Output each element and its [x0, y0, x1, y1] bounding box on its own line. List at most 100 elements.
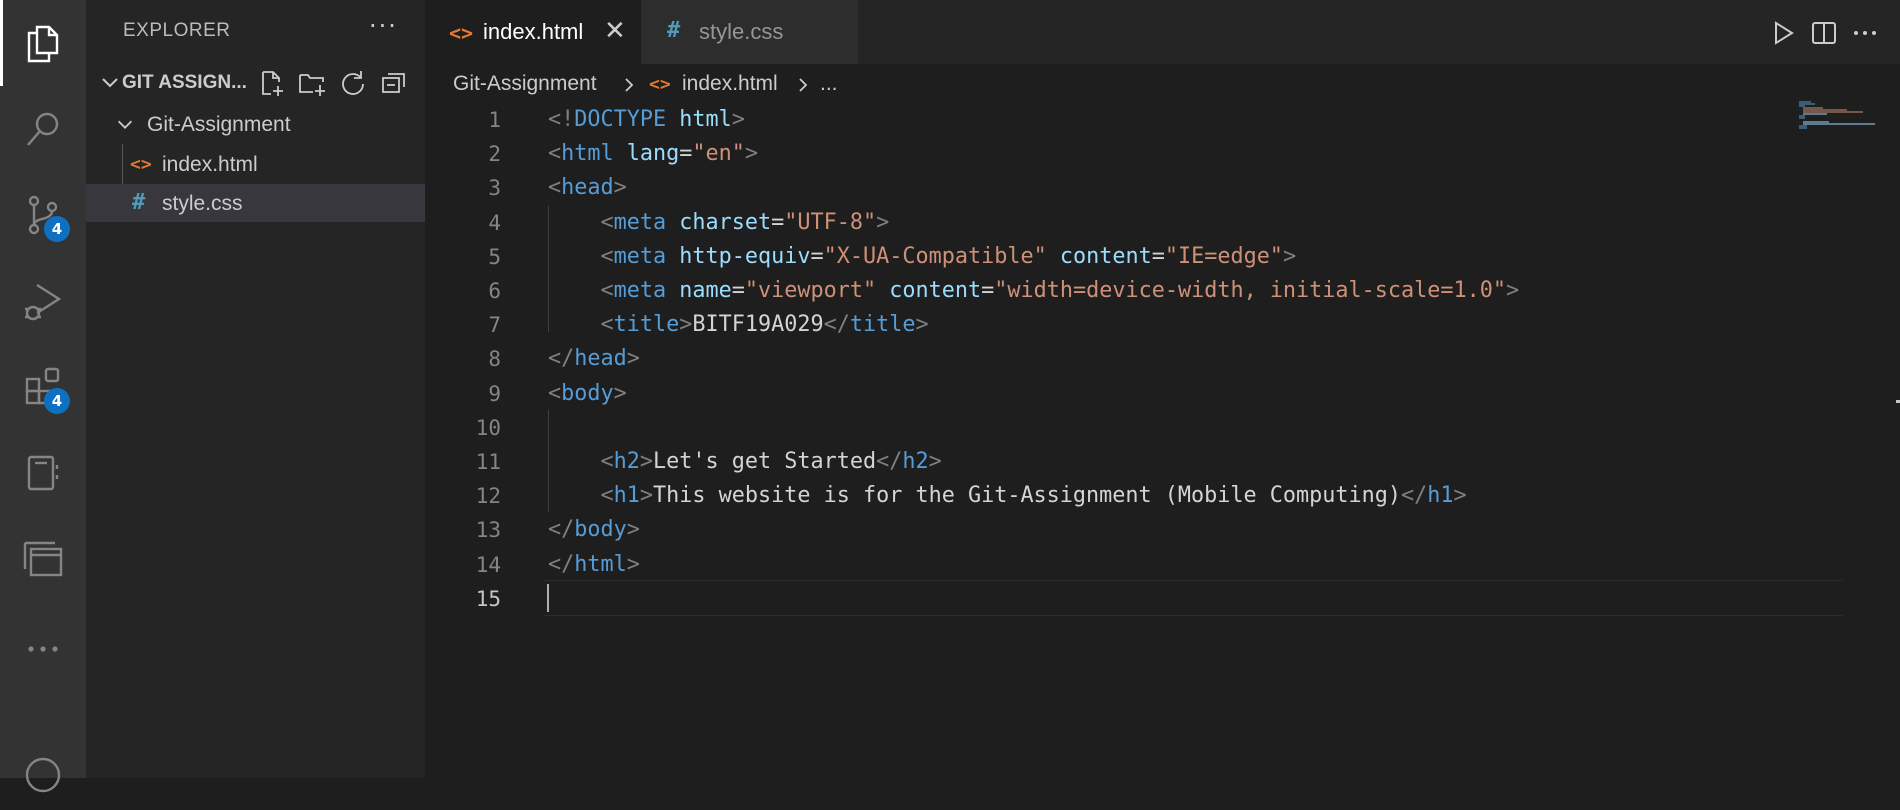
code-token: < [600, 278, 614, 303]
line-number: 9 [488, 381, 501, 406]
tree-label: index.html [162, 153, 258, 176]
code-line[interactable]: 6 <meta name="viewport" content="width=d… [425, 275, 1900, 309]
code-line[interactable]: 2 <html lang="en"> [425, 138, 1900, 172]
code-token: < [548, 380, 562, 406]
code-line[interactable]: 8 </head> [425, 343, 1900, 377]
code-text: <meta name="viewport" content="width=dev… [548, 278, 1520, 303]
workspace-label: GIT ASSIGN... [122, 72, 247, 93]
code-token: head [561, 175, 614, 201]
code-line[interactable]: 4 <meta charset="UTF-8"> [425, 207, 1900, 241]
run-debug-icon[interactable] [0, 266, 86, 336]
explorer-sidebar: EXPLORER ··· GIT ASSIGN... Git-Assignmen… [86, 0, 425, 778]
tree-folder-git-assignment[interactable]: Git-Assignment [86, 105, 425, 143]
line-number: 12 [475, 484, 501, 509]
code-line[interactable]: 5 <meta http-equiv="X-UA-Compatible" con… [425, 241, 1900, 275]
code-token: < [548, 141, 562, 167]
tab-label: index.html [483, 19, 584, 44]
code-token: > [1282, 243, 1297, 269]
line-number-gutter: 3 [425, 172, 501, 206]
code-token: < [600, 209, 614, 235]
tab-index-html[interactable]: <> index.html ✕ [425, 0, 641, 64]
line-number: 2 [488, 142, 501, 167]
sidebar-more-icon[interactable]: ··· [369, 12, 398, 40]
code-token: head [574, 346, 627, 372]
line-number-gutter: 8 [425, 343, 501, 377]
code-token: </ [823, 312, 850, 338]
code-line[interactable]: 14 </html> [425, 549, 1900, 583]
code-token: http-equiv [679, 243, 811, 269]
code-line[interactable]: 7 <title>BITF19A029</title> [425, 309, 1900, 343]
source-control-icon[interactable]: 4 [0, 180, 86, 250]
line-number-gutter: 7 [425, 309, 501, 343]
code-token: > [626, 346, 640, 372]
code-text: </body> [548, 517, 640, 542]
code-token: = [981, 278, 995, 303]
more-icon[interactable] [0, 614, 86, 684]
line-number-gutter: 11 [425, 446, 501, 480]
line-number: 8 [488, 347, 501, 372]
scrollbar-position-marker[interactable] [1896, 400, 1900, 403]
close-icon[interactable]: ✕ [604, 16, 626, 46]
code-line[interactable]: 13 </body> [425, 514, 1900, 548]
line-number-gutter: 6 [425, 275, 501, 309]
code-token: = [1151, 243, 1165, 269]
code-line[interactable]: 11 <h2>Let's get Started</h2> [425, 446, 1900, 480]
tree-file-index-html[interactable]: <> index.html [86, 145, 425, 183]
breadcrumb-more[interactable]: ... [820, 72, 838, 96]
code-token: < [548, 175, 562, 201]
code-token: < [600, 483, 614, 509]
remote-explorer-icon[interactable] [0, 524, 86, 594]
code-line[interactable]: 9 <body> [425, 378, 1900, 412]
code-token: h1 [1427, 483, 1454, 509]
tree-file-style-css[interactable]: # style.css [86, 184, 425, 222]
code-line[interactable]: 3 <head> [425, 172, 1900, 206]
new-folder-icon[interactable] [297, 68, 327, 98]
code-token: < [600, 449, 614, 474]
code-token: DOCTYPE [574, 107, 667, 132]
code-line[interactable]: 12 <h1>This website is for the Git-Assig… [425, 480, 1900, 514]
code-token: > [613, 380, 627, 406]
line-number-gutter: 1 [425, 104, 501, 138]
refresh-icon[interactable] [338, 68, 368, 98]
line-number: 15 [475, 586, 501, 611]
code-token: > [1506, 278, 1520, 303]
code-token: h2 [902, 449, 929, 474]
code-line[interactable]: 1 <!DOCTYPE html> [425, 104, 1900, 138]
code-line[interactable]: 15 [425, 583, 1900, 617]
code-token: title [849, 312, 916, 338]
tab-style-css[interactable]: # style.css [641, 0, 858, 64]
code-token: This website is for the Git-Assignment (… [653, 483, 1402, 509]
line-number: 11 [475, 450, 501, 474]
run-icon[interactable] [1768, 18, 1798, 48]
breadcrumb-folder[interactable]: Git-Assignment [453, 72, 597, 96]
accounts-icon[interactable] [0, 740, 86, 810]
more-actions-icon[interactable] [1850, 18, 1880, 48]
new-file-icon[interactable] [256, 68, 286, 98]
extensions-icon[interactable]: 4 [0, 352, 86, 422]
code-token: html [679, 107, 732, 132]
code-token: > [731, 107, 745, 132]
code-token: </ [548, 517, 575, 543]
breadcrumb-file[interactable]: index.html [682, 72, 778, 96]
minimap[interactable] [1797, 100, 1897, 140]
explorer-icon[interactable] [0, 8, 86, 78]
workspace-section-header[interactable]: GIT ASSIGN... [86, 64, 425, 102]
line-number-gutter: 9 [425, 378, 501, 412]
collapse-all-icon[interactable] [379, 68, 409, 98]
notebook-icon[interactable] [0, 438, 86, 508]
split-editor-icon[interactable] [1809, 18, 1839, 48]
code-line[interactable]: 10 [425, 412, 1900, 446]
html-file-icon: <> [449, 21, 474, 45]
tab-bar: <> index.html ✕ # style.css [425, 0, 1900, 64]
search-icon[interactable] [0, 94, 86, 164]
line-number-gutter: 15 [425, 583, 501, 617]
code-token: </ [1401, 483, 1428, 509]
